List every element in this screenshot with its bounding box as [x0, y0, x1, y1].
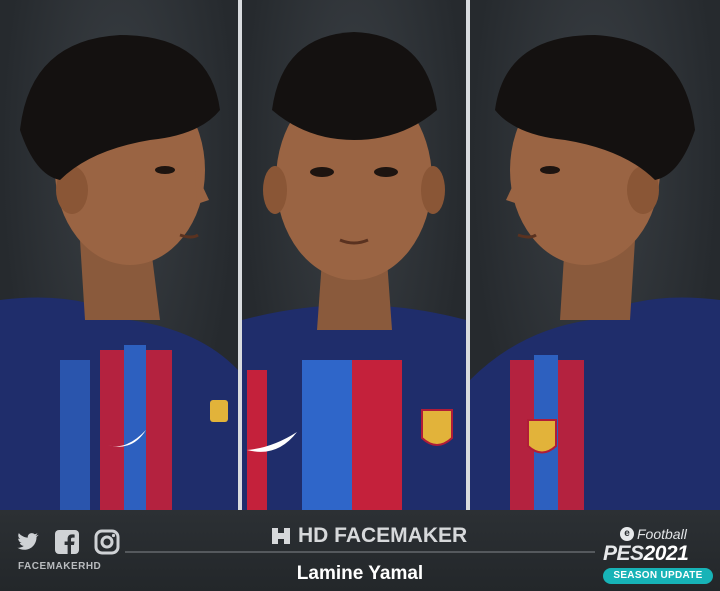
footer-divider — [125, 551, 595, 553]
facebook-icon[interactable] — [54, 529, 80, 555]
pes-logo: PES2021 — [603, 542, 689, 566]
facemaker-logo-icon — [272, 528, 290, 544]
face-left-profile-illustration — [0, 35, 238, 520]
pes-label: PES — [603, 542, 644, 565]
social-handle: FACEMAKERHD — [18, 561, 102, 572]
efootball-icon: e — [620, 527, 634, 541]
social-links — [14, 529, 120, 555]
pes-year: 2021 — [643, 542, 689, 565]
twitter-icon[interactable] — [14, 529, 40, 555]
season-update-badge: SEASON UPDATE — [603, 568, 713, 584]
face-right-profile-panel — [470, 0, 720, 520]
face-front-panel — [242, 0, 466, 520]
brand-name: HD FACEMAKER — [298, 524, 468, 547]
face-front-illustration — [242, 32, 466, 520]
face-right-profile-illustration — [470, 35, 720, 520]
player-name: Lamine Yamal — [296, 563, 424, 584]
efootball-logo: e Football — [620, 526, 687, 542]
brand-logo: HD FACEMAKER — [270, 522, 470, 550]
face-left-profile-panel — [0, 0, 238, 520]
facemaker-preview: FACEMAKERHD HD FACEMAKER Lamine Yamal e … — [0, 0, 720, 591]
efootball-label: Football — [637, 526, 687, 542]
instagram-icon[interactable] — [94, 529, 120, 555]
